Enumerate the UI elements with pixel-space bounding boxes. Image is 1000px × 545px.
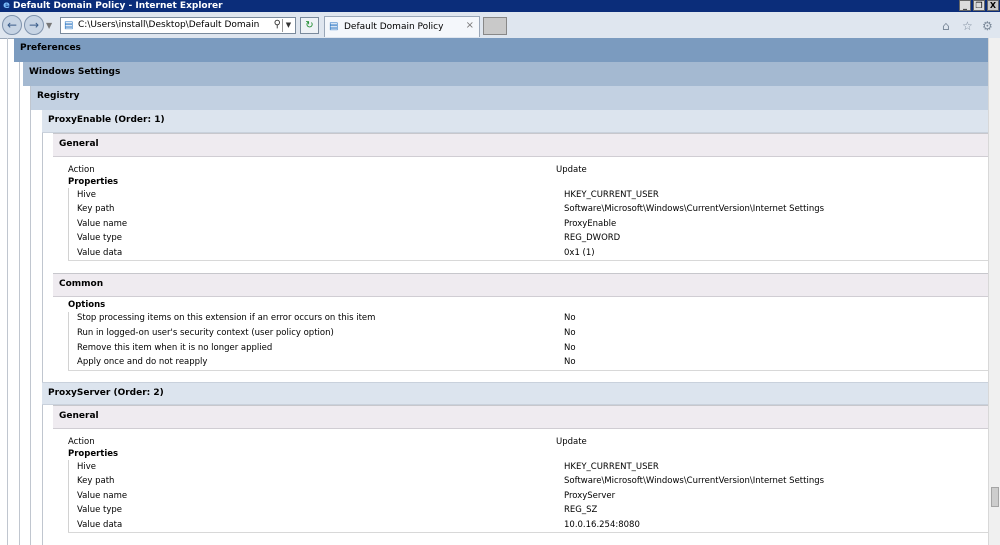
- table-border: [68, 312, 69, 370]
- prop-label: Key path: [77, 476, 115, 486]
- prop-value: REG_DWORD: [564, 233, 621, 243]
- prop-value: REG_SZ: [564, 505, 598, 515]
- tab-page-icon: ▤: [329, 21, 339, 32]
- new-tab-button[interactable]: [483, 17, 507, 35]
- prop-value: 10.0.16.254:8080: [564, 520, 640, 530]
- indent-line: [7, 38, 8, 545]
- prop-value: ProxyEnable: [564, 219, 617, 229]
- tab-title: Default Domain Policy: [344, 22, 444, 32]
- prop-value: HKEY_CURRENT_USER: [564, 462, 659, 472]
- forward-arrow-icon: →: [28, 18, 40, 32]
- option-value: No: [564, 357, 576, 367]
- prop-value: ProxyServer: [564, 491, 616, 501]
- prop-label: Value type: [77, 233, 123, 243]
- window-titlebar: e Default Domain Policy - Internet Explo…: [0, 0, 1000, 12]
- option-label: Run in logged-on user's security context…: [77, 328, 334, 338]
- options-heading: Options: [68, 300, 106, 310]
- table-border: [68, 460, 69, 532]
- refresh-icon: ↻: [305, 20, 314, 31]
- prop-label: Hive: [77, 462, 97, 472]
- search-icon[interactable]: ⚲: [274, 19, 281, 30]
- forward-button[interactable]: →: [24, 15, 44, 35]
- home-icon[interactable]: ⌂: [942, 19, 950, 33]
- option-label: Stop processing items on this extension …: [77, 313, 376, 323]
- option-value: No: [564, 343, 576, 353]
- subsection-general-1[interactable]: General: [53, 133, 988, 157]
- vertical-scrollbar[interactable]: [988, 38, 1000, 545]
- action-label: Action: [68, 165, 95, 175]
- page-icon: ▤: [64, 20, 74, 31]
- action-value: Update: [556, 165, 587, 175]
- properties-heading: Properties: [68, 449, 119, 459]
- table-border: [68, 260, 988, 261]
- tab-close-icon[interactable]: ×: [466, 20, 474, 31]
- address-dropdown-icon[interactable]: ▼: [282, 19, 294, 32]
- minimize-button[interactable]: _: [959, 0, 971, 11]
- table-border: [68, 370, 988, 371]
- refresh-button[interactable]: ↻: [300, 17, 319, 34]
- prop-label: Value data: [77, 248, 123, 258]
- properties-heading: Properties: [68, 177, 119, 187]
- section-windows-settings[interactable]: Windows Settings: [23, 62, 988, 86]
- prop-label: Value data: [77, 520, 123, 530]
- option-label: Remove this item when it is no longer ap…: [77, 343, 273, 353]
- subsection-common[interactable]: Common: [53, 273, 988, 297]
- option-label: Apply once and do not reapply: [77, 357, 208, 367]
- back-arrow-icon: ←: [6, 18, 18, 32]
- window-title: Default Domain Policy - Internet Explore…: [13, 1, 223, 11]
- section-preferences[interactable]: Preferences: [14, 38, 988, 62]
- prop-value: 0x1 (1): [564, 248, 595, 258]
- indent-line: [42, 133, 43, 383]
- section-proxyserver[interactable]: ProxyServer (Order: 2): [42, 382, 988, 405]
- prop-value: HKEY_CURRENT_USER: [564, 190, 659, 200]
- table-border: [68, 532, 988, 533]
- back-button[interactable]: ←: [2, 15, 22, 35]
- prop-label: Key path: [77, 204, 115, 214]
- prop-value: Software\Microsoft\Windows\CurrentVersio…: [564, 204, 825, 214]
- address-input[interactable]: C:\Users\install\Desktop\Default Domain …: [78, 20, 263, 30]
- section-registry[interactable]: Registry: [31, 86, 988, 110]
- prop-label: Value name: [77, 219, 128, 229]
- option-value: No: [564, 313, 576, 323]
- restore-button[interactable]: ❐: [973, 0, 985, 11]
- option-value: No: [564, 328, 576, 338]
- favorites-star-icon[interactable]: ☆: [962, 19, 973, 33]
- subsection-general-2[interactable]: General: [53, 405, 988, 429]
- indent-line: [30, 38, 31, 545]
- scrollbar-thumb[interactable]: [991, 487, 999, 507]
- table-border: [68, 188, 69, 260]
- address-bar[interactable]: ▤ C:\Users\install\Desktop\Default Domai…: [60, 17, 296, 34]
- window-controls: _ ❐ X: [959, 0, 999, 12]
- section-proxyenable[interactable]: ProxyEnable (Order: 1): [42, 110, 988, 133]
- browser-tab[interactable]: ▤ Default Domain Policy ×: [324, 16, 480, 37]
- action-label: Action: [68, 437, 95, 447]
- prop-label: Hive: [77, 190, 97, 200]
- ie-logo-icon: e: [3, 0, 10, 11]
- close-button[interactable]: X: [987, 0, 999, 11]
- prop-value: Software\Microsoft\Windows\CurrentVersio…: [564, 476, 825, 486]
- indent-line: [19, 38, 20, 545]
- indent-line: [42, 405, 43, 545]
- tools-gear-icon[interactable]: ⚙: [982, 19, 993, 33]
- history-dropdown-icon[interactable]: ▼: [46, 21, 52, 30]
- prop-label: Value name: [77, 491, 128, 501]
- prop-label: Value type: [77, 505, 123, 515]
- report-content: Preferences Windows Settings Registry Pr…: [0, 38, 988, 545]
- action-value: Update: [556, 437, 587, 447]
